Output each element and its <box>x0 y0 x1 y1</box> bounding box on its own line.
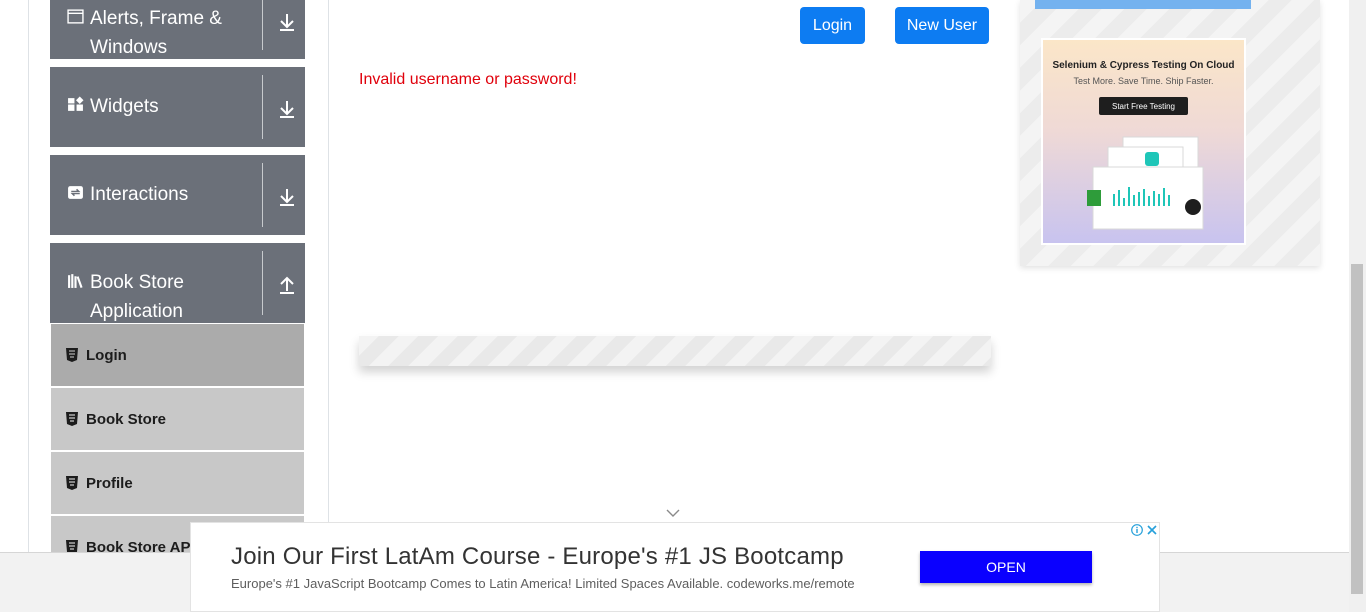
download-arrow-icon[interactable] <box>276 186 298 208</box>
banner-open-button[interactable]: OPEN <box>920 551 1092 583</box>
login-button[interactable]: Login <box>800 7 865 44</box>
sidebar-group-label: Interactions <box>90 184 189 205</box>
group-divider <box>262 75 263 139</box>
error-message: Invalid username or password! <box>359 71 577 88</box>
sidebar-group-interactions[interactable]: Interactions <box>50 155 305 235</box>
sidebar-group-label: Widgets <box>90 96 159 117</box>
books-icon <box>68 274 83 288</box>
new-user-button[interactable]: New User <box>895 7 989 44</box>
group-divider <box>262 163 263 227</box>
sidebar-item-label: Book Store <box>86 410 167 428</box>
ad-placeholder-band <box>359 336 991 366</box>
side-ad-top-strip <box>1035 0 1251 9</box>
sidebar-item-profile[interactable]: Profile <box>51 452 304 514</box>
sidebar-item-label: Profile <box>86 474 133 492</box>
banner-ad[interactable]: Join Our First LatAm Course - Europe's #… <box>190 522 1160 612</box>
widgets-icon <box>68 96 84 111</box>
html5-icon <box>66 348 78 362</box>
group-divider <box>262 0 263 50</box>
left-gutter-line <box>28 0 29 552</box>
sidebar-group-book-store[interactable]: Book Store Application <box>50 243 305 323</box>
html5-icon <box>66 476 78 490</box>
page: Alerts, Frame & Windows Widgets Interact… <box>0 0 1366 612</box>
sidebar-divider-line <box>328 0 329 552</box>
sidebar-item-book-store[interactable]: Book Store <box>51 388 304 450</box>
adchoices-info-icon[interactable] <box>1130 523 1144 537</box>
interactions-icon <box>68 186 83 199</box>
window-icon <box>67 9 84 24</box>
side-ad-creative[interactable]: Selenium & Cypress Testing On Cloud Test… <box>1041 38 1246 245</box>
chevron-down-icon[interactable] <box>665 507 681 519</box>
sidebar-item-login[interactable]: Login <box>51 324 304 386</box>
sidebar-item-label: Login <box>86 346 127 364</box>
sidebar-group-alerts[interactable]: Alerts, Frame & Windows <box>50 0 305 59</box>
sidebar-group-widgets[interactable]: Widgets <box>50 67 305 147</box>
side-ad-title: Selenium & Cypress Testing On Cloud <box>1052 60 1235 71</box>
dashboard-illustration-icon <box>1087 136 1204 230</box>
side-ad-cta-button[interactable]: Start Free Testing <box>1099 97 1188 115</box>
download-arrow-icon[interactable] <box>276 11 298 33</box>
side-ad-subtitle: Test More. Save Time. Ship Faster. <box>1073 76 1214 86</box>
sidebar-group-label: Alerts, Frame & Windows <box>90 8 222 58</box>
banner-ad-description: Europe's #1 JavaScript Bootcamp Comes to… <box>231 576 855 591</box>
upload-arrow-icon[interactable] <box>276 274 298 296</box>
scrollbar-thumb[interactable] <box>1351 264 1363 594</box>
group-divider <box>262 251 263 315</box>
close-ad-icon[interactable] <box>1145 523 1159 537</box>
banner-ad-title: Join Our First LatAm Course - Europe's #… <box>231 543 844 570</box>
download-arrow-icon[interactable] <box>276 98 298 120</box>
sidebar-group-label: Book Store Application <box>90 272 184 322</box>
html5-icon <box>66 412 78 426</box>
